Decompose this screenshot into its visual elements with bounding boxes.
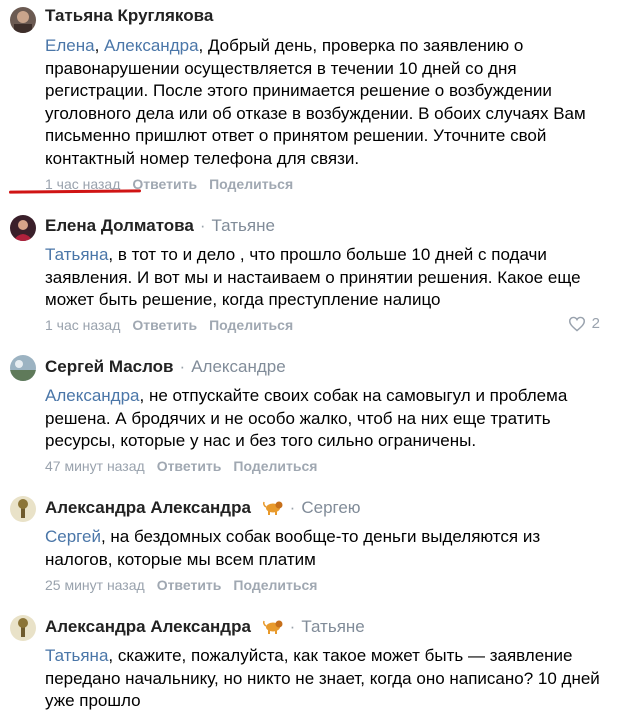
reply-to-name[interactable]: Татьяне	[301, 617, 364, 636]
separator-dot: ·	[179, 357, 186, 376]
comment-text: Сергей, на бездомных собак вообще-то ден…	[45, 526, 605, 571]
avatar[interactable]	[10, 355, 36, 381]
timestamp[interactable]: 47 минут назад	[45, 458, 145, 474]
separator-dot: ·	[199, 216, 206, 235]
share-button[interactable]: Поделиться	[209, 176, 293, 192]
author-name[interactable]: Александра Александра	[45, 617, 251, 636]
reply-to-name[interactable]: Татьяне	[212, 216, 275, 235]
mention-link[interactable]: Елена	[45, 36, 95, 55]
author-name[interactable]: Татьяна Круглякова	[45, 6, 213, 25]
red-underline-annotation	[8, 189, 142, 194]
separator-dot: ·	[289, 617, 296, 636]
reply-button[interactable]: Ответить	[132, 176, 197, 192]
author-name[interactable]: Сергей Маслов	[45, 357, 174, 376]
mention-link[interactable]: Александра	[104, 36, 199, 55]
avatar[interactable]	[10, 7, 36, 33]
comment-text: Татьяна, скажите, пожалуйста, как такое …	[45, 645, 605, 713]
comment-body: , в тот то и дело , что прошло больше 10…	[45, 245, 581, 309]
like-count: 2	[591, 315, 600, 332]
avatar[interactable]	[10, 496, 36, 522]
reply-button[interactable]: Ответить	[157, 577, 222, 593]
separator-dot: ·	[289, 498, 296, 517]
author-name[interactable]: Елена Долматова	[45, 216, 194, 235]
share-button[interactable]: Поделиться	[233, 577, 317, 593]
comment-meta: 1 час назад Ответить Поделиться	[45, 316, 305, 334]
comment-text: Елена, Александра, Добрый день, проверка…	[45, 35, 605, 170]
timestamp[interactable]: 25 минут назад	[45, 577, 145, 593]
author-name[interactable]: Александра Александра	[45, 498, 251, 517]
comment-text: Татьяна, в тот то и дело , что прошло бо…	[45, 244, 605, 312]
reply-to-name[interactable]: Александре	[191, 357, 286, 376]
comment-text: Александра, не отпускайте своих собак на…	[45, 385, 605, 453]
mention-link[interactable]: Сергей	[45, 527, 101, 546]
mention-link[interactable]: Татьяна	[45, 245, 108, 264]
heart-icon	[568, 316, 585, 332]
avatar[interactable]	[10, 615, 36, 641]
like-button[interactable]: 2	[568, 315, 600, 332]
reply-to-name[interactable]: Сергею	[301, 498, 360, 517]
comment-body: , скажите, пожалуйста, как такое может б…	[45, 646, 600, 710]
comment-body: , Добрый день, проверка по заявлению о п…	[45, 36, 586, 168]
reply-button[interactable]: Ответить	[132, 317, 197, 333]
lion-emoji-icon	[262, 501, 283, 515]
comment-meta: 25 минут назад Ответить Поделиться	[45, 576, 329, 594]
mention-link[interactable]: Татьяна	[45, 646, 108, 665]
share-button[interactable]: Поделиться	[209, 317, 293, 333]
avatar[interactable]	[10, 215, 36, 241]
timestamp[interactable]: 1 час назад	[45, 317, 120, 333]
share-button[interactable]: Поделиться	[233, 458, 317, 474]
lion-emoji-icon	[262, 620, 283, 634]
mention-link[interactable]: Александра	[45, 386, 140, 405]
mention-separator: ,	[94, 36, 105, 55]
reply-button[interactable]: Ответить	[157, 458, 222, 474]
comment-meta: 47 минут назад Ответить Поделиться	[45, 457, 329, 475]
comment-body: , на бездомных собак вообще-то деньги вы…	[45, 527, 541, 569]
